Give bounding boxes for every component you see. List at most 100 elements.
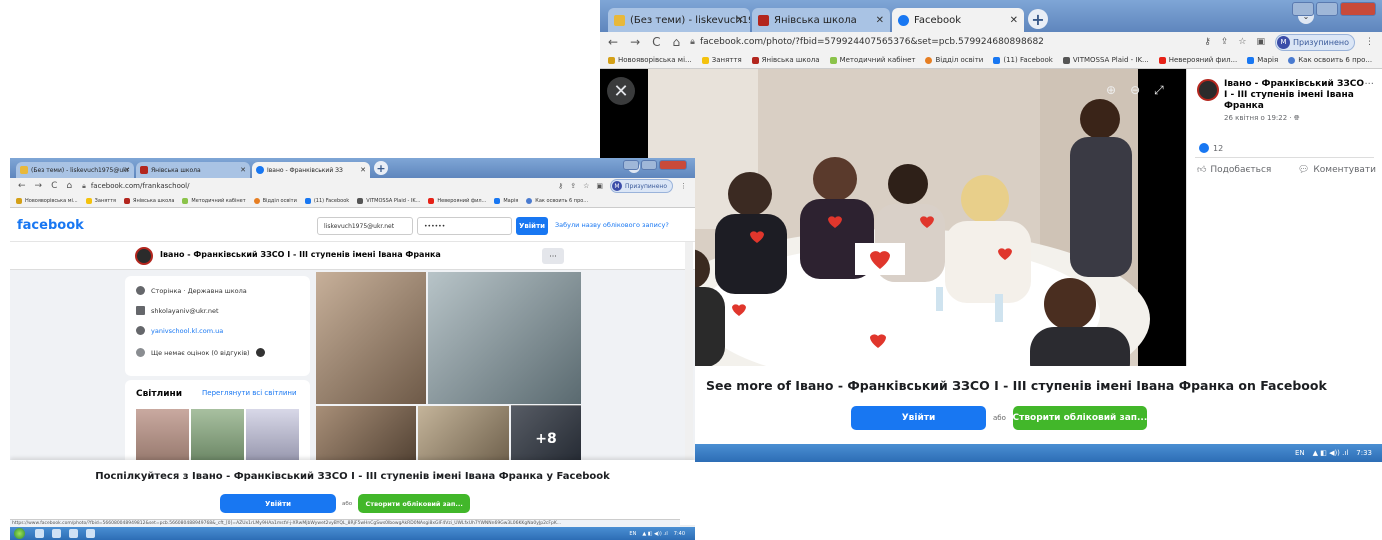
login-button[interactable]: Увійти bbox=[220, 494, 336, 513]
new-tab-button[interactable]: + bbox=[1028, 9, 1048, 29]
bookmark-item[interactable]: Методичний кабінет bbox=[182, 197, 246, 204]
bookmark-item[interactable]: Новояворівська мі... bbox=[16, 197, 78, 204]
home-icon[interactable]: ⌂ bbox=[673, 35, 681, 49]
sidepanel-icon[interactable]: ▣ bbox=[596, 182, 603, 190]
close-icon[interactable]: ✕ bbox=[736, 15, 744, 26]
bookmark-item[interactable]: Відділ освіти bbox=[253, 197, 297, 204]
new-tab-button[interactable]: + bbox=[374, 161, 388, 175]
forward-icon[interactable]: → bbox=[630, 35, 640, 49]
bookmark-item[interactable]: Неверояний фил... bbox=[428, 197, 486, 204]
close-icon[interactable]: ✕ bbox=[876, 15, 884, 26]
taskbar-app[interactable] bbox=[35, 529, 44, 538]
menu-icon[interactable]: ⋮ bbox=[1365, 37, 1374, 47]
page-name-link[interactable]: Івано - Франківський ЗЗСО I - III ступен… bbox=[1224, 79, 1364, 124]
header-login-button[interactable]: Увійти bbox=[516, 217, 548, 235]
bookmark-item[interactable]: Заняття bbox=[701, 56, 742, 64]
close-icon[interactable]: ✕ bbox=[240, 166, 246, 174]
close-window-button[interactable] bbox=[1340, 2, 1376, 16]
taskbar-app[interactable] bbox=[52, 529, 61, 538]
feed-photo[interactable] bbox=[428, 272, 581, 404]
see-all-photos-link[interactable]: Переглянути всі світлини bbox=[202, 389, 297, 397]
share-icon[interactable]: ⇪ bbox=[570, 182, 576, 190]
profile-button[interactable]: M Призупинено bbox=[610, 179, 673, 193]
forward-icon[interactable]: → bbox=[35, 181, 43, 191]
clock[interactable]: 7:40 bbox=[674, 531, 685, 537]
star-icon[interactable]: ☆ bbox=[583, 182, 589, 190]
tray-icons[interactable]: ▲ ◧ ◀)) .ıl bbox=[642, 531, 667, 537]
comment-button[interactable]: 💬︎ Коментувати bbox=[1298, 165, 1376, 175]
back-icon[interactable]: ← bbox=[18, 181, 26, 191]
bookmark-item[interactable]: Відділ освіти bbox=[925, 56, 983, 64]
tab-school[interactable]: Янівська школа ✕ bbox=[752, 8, 890, 32]
home-icon[interactable]: ⌂ bbox=[66, 181, 72, 191]
bookmark-item[interactable]: Методичний кабінет bbox=[829, 56, 915, 64]
bookmark-item[interactable]: Янівська школа bbox=[124, 197, 174, 204]
create-account-button[interactable]: Створити обліковий зап... bbox=[1013, 406, 1147, 430]
star-icon[interactable]: ☆ bbox=[1238, 37, 1246, 47]
key-icon[interactable]: ⚷ bbox=[1204, 37, 1211, 47]
taskbar-app[interactable] bbox=[86, 529, 95, 538]
page-avatar[interactable] bbox=[1197, 79, 1219, 101]
close-icon[interactable]: ✕ bbox=[1010, 15, 1018, 26]
menu-icon[interactable]: ⋮ bbox=[680, 182, 687, 190]
more-options-icon[interactable]: ··· bbox=[1364, 79, 1374, 90]
tab-school[interactable]: Янівська школа ✕ bbox=[136, 162, 250, 178]
language-indicator[interactable]: EN bbox=[629, 531, 636, 537]
minimize-button[interactable] bbox=[623, 160, 639, 170]
close-window-button[interactable] bbox=[659, 160, 687, 170]
page-avatar[interactable] bbox=[135, 247, 153, 265]
fullscreen-icon[interactable]: ⤢ bbox=[1154, 83, 1164, 98]
close-icon[interactable]: ✕ bbox=[124, 166, 130, 174]
bookmark-item[interactable]: Неверояний фил... bbox=[1158, 56, 1237, 64]
close-icon[interactable]: ✕ bbox=[360, 166, 366, 174]
email-field[interactable]: liskevuch1975@ukr.net bbox=[317, 217, 413, 235]
start-button[interactable] bbox=[14, 528, 25, 539]
bookmark-item[interactable]: Как освоить 6 про... bbox=[526, 197, 588, 204]
address-bar[interactable]: 🔒︎ facebook.com/frankaschool/ bbox=[82, 182, 558, 191]
bookmark-item[interactable]: Заняття bbox=[85, 197, 116, 204]
bookmark-item[interactable]: (11) Facebook bbox=[304, 197, 349, 204]
bookmark-item[interactable]: Новояворівська мі... bbox=[608, 56, 692, 64]
zoom-out-icon[interactable]: ⊖ bbox=[1130, 83, 1140, 98]
page-name[interactable]: Івано - Франківський ЗЗСО I - III ступен… bbox=[1224, 79, 1364, 111]
bookmark-item[interactable]: (11) Facebook bbox=[993, 56, 1053, 64]
zoom-in-icon[interactable]: ⊕ bbox=[1106, 83, 1116, 98]
bookmark-item[interactable]: VITMOSSA Plaid - IK... bbox=[357, 197, 420, 204]
reload-icon[interactable]: C bbox=[51, 181, 57, 191]
sidepanel-icon[interactable]: ▣ bbox=[1256, 37, 1265, 47]
info-circle-icon[interactable] bbox=[255, 348, 265, 357]
back-icon[interactable]: ← bbox=[608, 35, 618, 49]
tray-icons[interactable]: ▲ ◧ ◀)) .ıl bbox=[1313, 449, 1349, 457]
address-bar[interactable]: 🔒︎ facebook.com/photo/?fbid=579924407565… bbox=[690, 37, 1204, 47]
facebook-logo[interactable]: facebook bbox=[17, 218, 84, 233]
tab-gmail[interactable]: (Без теми) - liskevuch1975@ukr ✕ bbox=[16, 162, 134, 178]
bookmark-item[interactable]: VITMOSSA Plaid - IK... bbox=[1062, 56, 1149, 64]
bookmark-item[interactable]: Марія bbox=[1247, 56, 1278, 64]
website-link[interactable]: yanivschool.kl.com.ua bbox=[151, 327, 223, 335]
clock[interactable]: 7:33 bbox=[1356, 449, 1372, 457]
maximize-button[interactable] bbox=[1316, 2, 1338, 16]
bookmark-item[interactable]: Янівська школа bbox=[751, 56, 820, 64]
bookmark-item[interactable]: Марія bbox=[494, 197, 518, 204]
share-icon[interactable]: ⇪ bbox=[1221, 37, 1229, 47]
forgot-account-link[interactable]: Забули назву облікового запису? bbox=[555, 221, 669, 229]
taskbar-app[interactable] bbox=[69, 529, 78, 538]
tab-facebook-page[interactable]: Івано - Франківський ЗЗ ✕ bbox=[252, 162, 370, 178]
bookmark-item[interactable]: Как освоить 6 про... bbox=[1288, 56, 1372, 64]
reload-icon[interactable]: C bbox=[652, 35, 660, 49]
tab-gmail[interactable]: (Без теми) - liskevuch1975@ukr ✕ bbox=[608, 8, 750, 32]
minimize-button[interactable] bbox=[1292, 2, 1314, 16]
language-indicator[interactable]: EN bbox=[1295, 449, 1305, 457]
close-photo-button[interactable]: ✕ bbox=[607, 77, 635, 105]
feed-photo[interactable] bbox=[316, 272, 426, 404]
profile-button[interactable]: M Призупинено bbox=[1275, 33, 1355, 51]
like-button[interactable]: 👍︎ Подобається bbox=[1197, 165, 1271, 175]
password-field[interactable]: •••••• bbox=[417, 217, 512, 235]
key-icon[interactable]: ⚷ bbox=[558, 182, 563, 190]
tab-facebook[interactable]: Facebook ✕ bbox=[892, 8, 1024, 32]
reactions-summary[interactable]: 12 bbox=[1199, 143, 1223, 153]
login-button[interactable]: Увійти bbox=[851, 406, 986, 430]
create-account-button[interactable]: Створити обліковий зап... bbox=[358, 494, 471, 513]
maximize-button[interactable] bbox=[641, 160, 657, 170]
more-options-button[interactable]: ··· bbox=[542, 248, 564, 264]
